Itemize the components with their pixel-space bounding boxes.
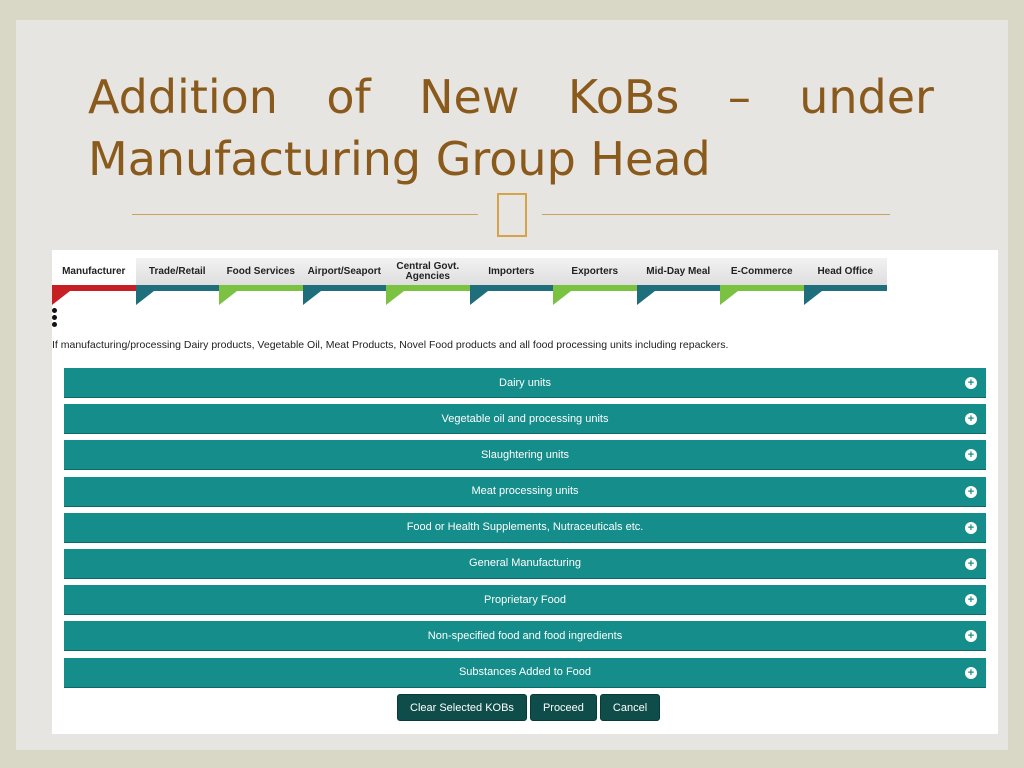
intro-text: If manufacturing/processing Dairy produc… <box>52 339 729 351</box>
tab-tail <box>302 291 321 305</box>
accordion-row-label: Meat processing units <box>471 485 579 498</box>
title-word: of <box>326 70 371 124</box>
ornament-icon <box>497 193 527 237</box>
tab-label: Manufacturer <box>52 258 136 285</box>
tab-label: Importers <box>469 258 553 285</box>
slide-title: Addition of New KoBs – under Manufacturi… <box>88 66 934 190</box>
tab-manufacturer[interactable]: Manufacturer <box>52 258 136 306</box>
tab-head-office[interactable]: Head Office <box>803 258 887 306</box>
tab-label: Central Govt. Agencies <box>386 258 470 285</box>
expand-icon[interactable]: + <box>965 630 977 643</box>
dot <box>52 308 57 313</box>
more-options-icon[interactable] <box>52 308 58 329</box>
tab-tail <box>469 291 488 305</box>
expand-icon[interactable]: + <box>965 666 977 679</box>
tab-label: Food Services <box>219 258 303 285</box>
title-word: Addition <box>88 70 278 124</box>
expand-icon[interactable]: + <box>965 521 977 534</box>
accordion-row-vegetable-oil[interactable]: Vegetable oil and processing units + <box>64 404 986 434</box>
tab-label: Airport/Seaport <box>302 258 386 285</box>
expand-icon[interactable]: + <box>965 557 977 570</box>
accordion-row-dairy-units[interactable]: Dairy units + <box>64 368 986 397</box>
action-buttons: Clear Selected KOBs Proceed Cancel <box>397 694 661 721</box>
tab-tail <box>135 291 154 305</box>
accordion-row-slaughtering-units[interactable]: Slaughtering units + <box>64 440 986 470</box>
title-word: New <box>419 70 520 124</box>
title-word: KoBs <box>567 70 680 124</box>
accordion-row-label: Non-specified food and food ingredients <box>427 629 623 642</box>
tab-central-govt-agencies[interactable]: Central Govt. Agencies <box>386 258 470 306</box>
accordion-row-label: Slaughtering units <box>480 448 570 461</box>
screenshot-panel: Manufacturer Trade/Retail Food Services … <box>52 250 998 734</box>
tab-tail <box>636 291 655 305</box>
tab-label: Trade/Retail <box>135 258 219 285</box>
accordion-row-substances-added[interactable]: Substances Added to Food + <box>64 657 986 687</box>
tab-airport-seaport[interactable]: Airport/Seaport <box>302 258 386 306</box>
cancel-button[interactable]: Cancel <box>599 694 661 721</box>
expand-icon[interactable]: + <box>965 413 977 426</box>
tab-mid-day-meal[interactable]: Mid-Day Meal <box>636 258 720 306</box>
dot <box>52 322 57 327</box>
accordion-row-label: Food or Health Supplements, Nutraceutica… <box>406 521 644 534</box>
expand-icon[interactable]: + <box>965 377 977 389</box>
tab-exporters[interactable]: Exporters <box>553 258 637 306</box>
accordion-row-non-specified-food[interactable]: Non-specified food and food ingredients … <box>64 621 986 651</box>
accordion-row-label: General Manufacturing <box>469 557 581 570</box>
accordion-row-label: Proprietary Food <box>484 593 566 606</box>
tab-label: Exporters <box>553 258 637 285</box>
tab-e-commerce[interactable]: E-Commerce <box>720 258 804 306</box>
kob-accordion: Dairy units + Vegetable oil and processi… <box>64 368 986 694</box>
title-word: – <box>727 70 751 124</box>
accordion-row-label: Dairy units <box>499 376 551 389</box>
tab-tail <box>720 291 738 305</box>
title-line-1: Addition of New KoBs – under <box>88 66 934 128</box>
title-divider-right <box>542 214 890 215</box>
tab-label: Mid-Day Meal <box>636 258 720 285</box>
tab-label: E-Commerce <box>720 258 804 285</box>
expand-icon[interactable]: + <box>965 485 977 498</box>
accordion-row-proprietary-food[interactable]: Proprietary Food + <box>64 585 986 615</box>
tab-label: Head Office <box>803 258 887 285</box>
accordion-row-food-health-supplements[interactable]: Food or Health Supplements, Nutraceutica… <box>64 512 986 542</box>
tab-food-services[interactable]: Food Services <box>219 258 303 306</box>
title-divider-left <box>132 214 478 215</box>
tab-tail <box>803 291 822 305</box>
tab-tail <box>386 291 404 305</box>
dot <box>52 315 57 320</box>
tab-importers[interactable]: Importers <box>469 258 553 306</box>
tab-trade-retail[interactable]: Trade/Retail <box>135 258 219 306</box>
accordion-row-meat-processing[interactable]: Meat processing units + <box>64 476 986 506</box>
title-line-2: Manufacturing Group Head <box>88 132 711 186</box>
title-word: under <box>799 70 934 124</box>
tab-tail <box>553 291 571 305</box>
category-tabs: Manufacturer Trade/Retail Food Services … <box>52 258 887 306</box>
accordion-row-general-manufacturing[interactable]: General Manufacturing + <box>64 548 986 578</box>
accordion-row-label: Vegetable oil and processing units <box>441 412 609 425</box>
expand-icon[interactable]: + <box>965 594 977 607</box>
accordion-row-label: Substances Added to Food <box>458 666 592 678</box>
clear-selected-kobs-button[interactable]: Clear Selected KOBs <box>397 694 527 721</box>
proceed-button[interactable]: Proceed <box>529 694 597 721</box>
tab-tail <box>219 291 237 305</box>
expand-icon[interactable]: + <box>965 449 977 462</box>
